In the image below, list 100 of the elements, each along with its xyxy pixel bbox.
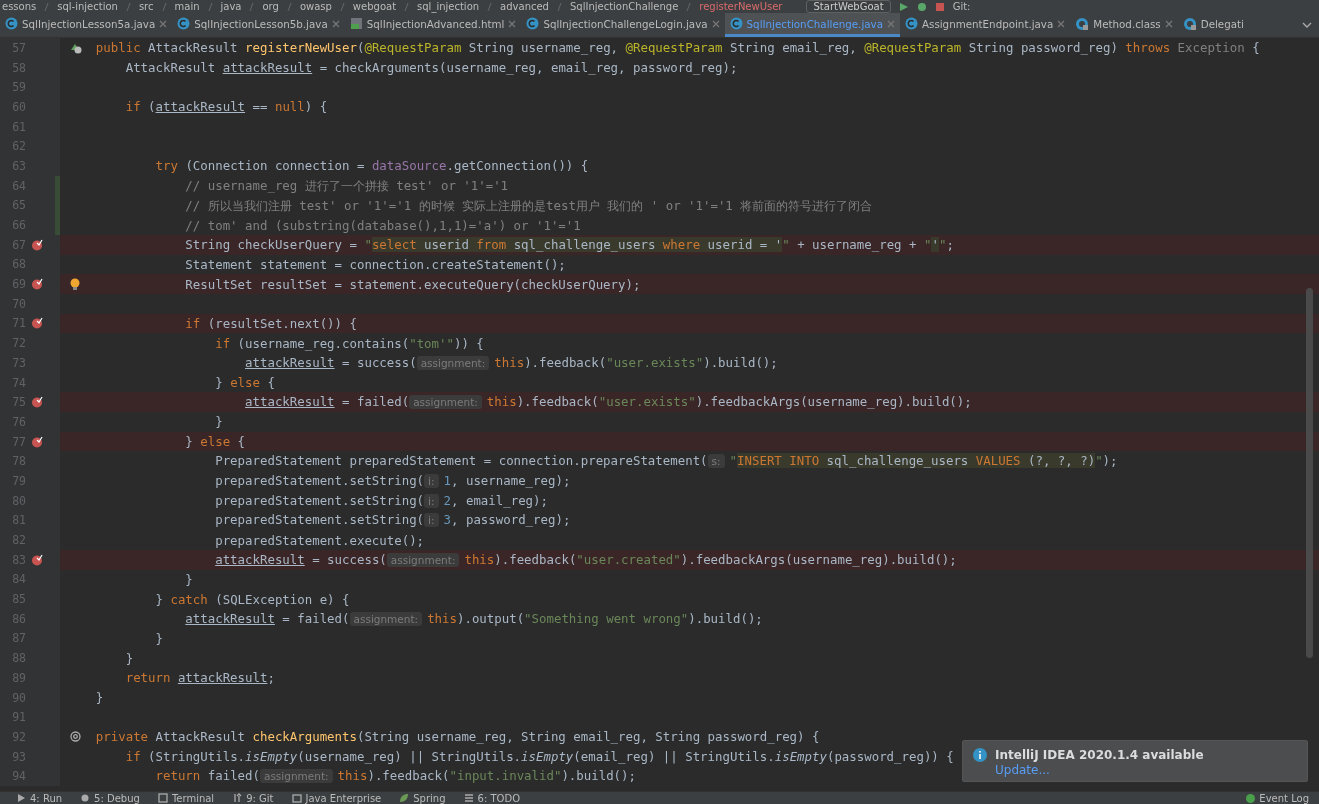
breadcrumb-item[interactable]: main bbox=[174, 1, 200, 12]
editor-tab[interactable]: Method.class bbox=[1070, 13, 1178, 37]
tool-window-button[interactable]: 4: Run bbox=[10, 792, 69, 804]
class-file-icon bbox=[729, 17, 743, 30]
update-link[interactable]: Update... bbox=[995, 763, 1204, 777]
tool-window-button[interactable]: 6: TODO bbox=[457, 792, 526, 804]
code-line: } bbox=[185, 570, 193, 589]
editor-tab[interactable]: SqlInjectionAdvanced.html bbox=[344, 13, 522, 37]
code-line: preparedStatement.setString( i: 1, username_reg); bbox=[215, 471, 571, 490]
separator-icon bbox=[286, 1, 292, 12]
git-icon bbox=[232, 793, 243, 803]
close-icon[interactable] bbox=[159, 19, 168, 28]
separator-icon bbox=[339, 1, 345, 12]
breadcrumb-item[interactable]: webgoat bbox=[352, 1, 397, 12]
breakpoint-icon[interactable] bbox=[31, 396, 43, 409]
separator-icon bbox=[161, 1, 167, 12]
breakpoint-icon[interactable] bbox=[31, 278, 43, 291]
editor-tab[interactable]: AssignmentEndpoint.java bbox=[899, 13, 1071, 37]
tool-window-button[interactable]: 5: Debug bbox=[74, 792, 146, 804]
breakpoint-icon[interactable] bbox=[31, 553, 43, 566]
close-icon[interactable] bbox=[1057, 19, 1066, 28]
editor-tab[interactable]: SqlInjectionChallengeLogin.java bbox=[521, 13, 725, 37]
breadcrumb-item[interactable]: org bbox=[262, 1, 279, 12]
separator-icon bbox=[207, 1, 213, 12]
code-line: return attackResult; bbox=[125, 669, 275, 688]
breadcrumb-item[interactable]: SqlInjectionChallenge bbox=[569, 1, 679, 12]
chevron-down-icon[interactable] bbox=[1302, 22, 1312, 28]
class-file-icon bbox=[1182, 16, 1197, 31]
code-line: } bbox=[95, 689, 104, 708]
spring-icon bbox=[399, 793, 410, 803]
code-line: attackResult = failed( assignment: this).feedback("user.exists").feedbackArgs(username_reg).build(); bbox=[245, 393, 972, 412]
separator-icon bbox=[404, 1, 410, 12]
event-log-button[interactable]: Event Log bbox=[1246, 792, 1309, 804]
class-file-icon bbox=[526, 17, 540, 30]
editor-tab[interactable]: Delegati bbox=[1177, 13, 1249, 37]
code-line: // 所以当我们注册 test' or '1'='1 的时候 实际上注册的是test用户 我们的 ' or '1'='1 将前面的符号进行了闭合 bbox=[185, 196, 873, 215]
code-line: // username_reg 进行了一个拼接 test' or '1'='1 bbox=[185, 177, 509, 196]
class-file-icon bbox=[904, 17, 918, 30]
close-icon[interactable] bbox=[331, 19, 340, 28]
terminal-icon bbox=[157, 793, 168, 803]
code-line: public AttackResult registerNewUser(@RequestParam String username_reg, @RequestParam String email_reg, @RequestParam String password_reg) throws Exception { bbox=[95, 39, 1260, 58]
code-line: } bbox=[125, 649, 134, 668]
code-line: // tom' and (substring(database(),1,1)='a') or '1'='1 bbox=[185, 216, 581, 235]
breadcrumb-item[interactable]: advanced bbox=[500, 1, 549, 12]
at-sign-icon[interactable] bbox=[70, 731, 81, 743]
close-icon[interactable] bbox=[711, 19, 720, 28]
close-icon[interactable] bbox=[1164, 19, 1173, 28]
code-line: attackResult = failed( assignment: this).output("Something went wrong").build(); bbox=[185, 609, 763, 628]
code-line: } else { bbox=[215, 374, 275, 393]
breadcrumb-item[interactable]: sql-injection bbox=[57, 1, 118, 12]
breadcrumb-item[interactable]: registerNewUser bbox=[699, 1, 783, 12]
status-icon bbox=[1246, 793, 1256, 803]
class-file-icon bbox=[1075, 16, 1090, 31]
editor-tab[interactable]: SqlInjectionLesson5a.java bbox=[0, 13, 173, 37]
code-line: Statement statement = connection.createStatement(); bbox=[185, 255, 566, 274]
close-icon[interactable] bbox=[508, 19, 517, 28]
separator-icon bbox=[249, 1, 255, 12]
breadcrumb-item[interactable]: essons bbox=[2, 1, 37, 12]
html-file-icon bbox=[349, 17, 363, 30]
code-line: } else { bbox=[185, 433, 246, 452]
debug-icon[interactable] bbox=[916, 1, 927, 12]
code-line: } catch (SQLException e) { bbox=[155, 590, 350, 609]
code-line: if (resultSet.next()) { bbox=[185, 314, 357, 333]
code-line: AttackResult attackResult = checkArguments(username_reg, email_reg, password_reg); bbox=[125, 59, 738, 78]
code-line: attackResult = success( assignment: this).feedback("user.created").feedbackArgs(username_reg).build(); bbox=[215, 550, 957, 569]
breakpoint-icon[interactable] bbox=[31, 317, 43, 330]
enterprise-icon bbox=[291, 793, 302, 803]
tool-window-button[interactable]: Java Enterprise bbox=[285, 792, 388, 804]
code-line: } bbox=[155, 629, 163, 648]
tool-window-button[interactable]: Terminal bbox=[151, 792, 221, 804]
tool-window-button[interactable]: Spring bbox=[393, 792, 452, 804]
code-line: String checkUserQuery = "select userid from sql_challenge_users where userid = '" + username_reg + "'"; bbox=[185, 236, 954, 255]
breakpoint-icon[interactable] bbox=[31, 238, 43, 251]
code-line: preparedStatement.setString( i: 2, email_reg); bbox=[215, 491, 548, 510]
git-label: Git: bbox=[952, 1, 971, 12]
breadcrumb-item[interactable]: src bbox=[138, 1, 154, 12]
info-icon bbox=[973, 748, 987, 762]
code-line: private AttackResult checkArguments(String username_reg, String email_reg, String password_reg) { bbox=[95, 728, 820, 747]
code-line: PreparedStatement preparedStatement = connection.prepareStatement( s: "INSERT INTO sql_challenge_users VALUES (?, ?, ?)"); bbox=[215, 452, 1118, 471]
lightbulb-icon[interactable] bbox=[70, 277, 80, 291]
scrollbar-thumb[interactable] bbox=[1306, 288, 1313, 658]
breadcrumb-item[interactable]: owasp bbox=[299, 1, 332, 12]
separator-icon bbox=[487, 1, 493, 12]
editor-tab[interactable]: SqlInjectionChallenge.java bbox=[724, 13, 900, 37]
code-line: preparedStatement.execute(); bbox=[215, 531, 425, 550]
code-line: } bbox=[215, 413, 223, 432]
stop-icon[interactable] bbox=[934, 1, 945, 12]
notification-title: IntelliJ IDEA 2020.1.4 available bbox=[995, 748, 1204, 762]
code-line: attackResult = success( assignment: this).feedback("user.exists").build(); bbox=[245, 353, 778, 372]
separator-icon bbox=[686, 1, 692, 12]
breakpoint-icon[interactable] bbox=[31, 435, 43, 448]
separator-icon bbox=[556, 1, 562, 12]
editor-tab[interactable]: SqlInjectionLesson5b.java bbox=[172, 13, 345, 37]
run-icon bbox=[16, 793, 26, 803]
code-line: if (username_reg.contains("tom'")) { bbox=[215, 334, 484, 353]
class-file-icon bbox=[5, 17, 18, 30]
breadcrumb-item[interactable]: sql_injection bbox=[417, 1, 480, 12]
code-line: ResultSet resultSet = statement.executeQuery(checkUserQuery); bbox=[185, 275, 641, 294]
tool-window-button[interactable]: 9: Git bbox=[226, 792, 280, 804]
breadcrumb-item[interactable]: java bbox=[220, 1, 242, 12]
